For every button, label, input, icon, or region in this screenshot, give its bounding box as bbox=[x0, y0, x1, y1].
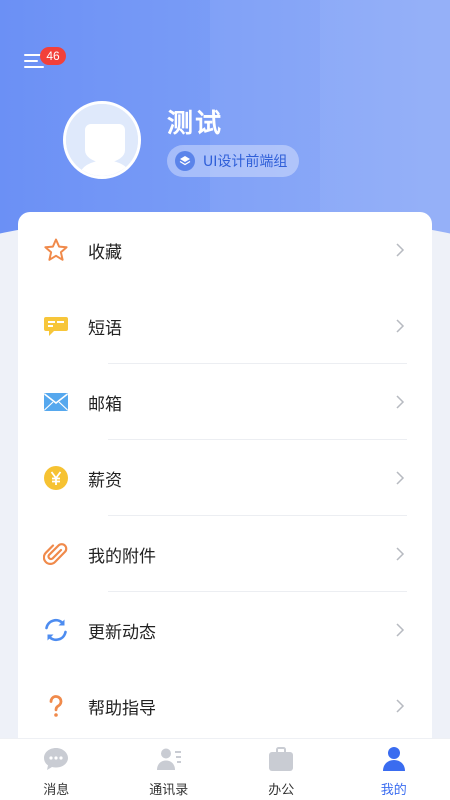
contacts-icon bbox=[155, 745, 183, 773]
user-name: 测试 bbox=[167, 109, 224, 139]
tab-office[interactable]: 办公 bbox=[225, 739, 338, 800]
menu-card: 收藏 短语 邮箱 薪资 我的附件 更新动态 帮助指导 bbox=[18, 212, 432, 772]
notification-badge: 46 bbox=[40, 47, 66, 65]
chevron-right-icon bbox=[396, 699, 405, 713]
profile-header: 46 测试 UI设计前端组 bbox=[0, 0, 450, 240]
menu-item-label: 短语 bbox=[88, 318, 122, 339]
group-tag[interactable]: UI设计前端组 bbox=[167, 145, 300, 177]
chevron-right-icon bbox=[396, 319, 405, 333]
tab-contacts[interactable]: 通讯录 bbox=[113, 739, 226, 800]
default-avatar-icon bbox=[66, 104, 138, 176]
menu-item-updates[interactable]: 更新动态 bbox=[18, 592, 432, 668]
person-icon bbox=[380, 745, 408, 773]
tab-label: 通讯录 bbox=[149, 783, 189, 798]
menu-item-label: 收藏 bbox=[88, 242, 122, 263]
tab-messages[interactable]: 消息 bbox=[0, 739, 113, 800]
tab-label: 办公 bbox=[268, 783, 295, 798]
menu-item-help[interactable]: 帮助指导 bbox=[18, 668, 432, 744]
yen-coin-icon bbox=[43, 465, 69, 491]
avatar[interactable] bbox=[63, 101, 141, 179]
tab-label: 消息 bbox=[43, 783, 70, 798]
group-name: UI设计前端组 bbox=[203, 154, 288, 170]
chevron-right-icon bbox=[396, 547, 405, 561]
chevron-right-icon bbox=[396, 623, 405, 637]
menu-item-label: 薪资 bbox=[88, 470, 122, 491]
hamburger-icon-line bbox=[24, 66, 44, 68]
menu-item-label: 帮助指导 bbox=[88, 698, 156, 719]
menu-item-label: 我的附件 bbox=[88, 546, 156, 567]
menu-item-phrases[interactable]: 短语 bbox=[18, 288, 432, 364]
chevron-right-icon bbox=[396, 395, 405, 409]
menu-item-salary[interactable]: 薪资 bbox=[18, 440, 432, 516]
question-icon bbox=[43, 693, 69, 719]
tab-mine[interactable]: 我的 bbox=[338, 739, 450, 800]
chat-phrase-icon bbox=[43, 313, 69, 339]
bottom-tab-bar: 消息 通讯录 办公 我的 bbox=[0, 738, 450, 800]
chevron-right-icon bbox=[396, 471, 405, 485]
refresh-icon bbox=[43, 617, 69, 643]
star-icon bbox=[43, 237, 69, 263]
tab-label: 我的 bbox=[380, 783, 407, 798]
header-decoration bbox=[320, 0, 450, 240]
layers-icon bbox=[175, 151, 195, 171]
menu-item-mailbox[interactable]: 邮箱 bbox=[18, 364, 432, 440]
briefcase-icon bbox=[267, 745, 295, 773]
menu-item-attachments[interactable]: 我的附件 bbox=[18, 516, 432, 592]
chevron-right-icon bbox=[396, 243, 405, 257]
paperclip-icon bbox=[43, 541, 69, 567]
menu-item-label: 邮箱 bbox=[88, 394, 122, 415]
hamburger-icon-line bbox=[24, 60, 38, 62]
message-bubble-icon bbox=[42, 745, 70, 773]
header-decoration bbox=[210, 0, 320, 240]
mail-icon bbox=[43, 389, 69, 415]
menu-item-favorites[interactable]: 收藏 bbox=[18, 212, 432, 288]
menu-item-label: 更新动态 bbox=[88, 622, 156, 643]
